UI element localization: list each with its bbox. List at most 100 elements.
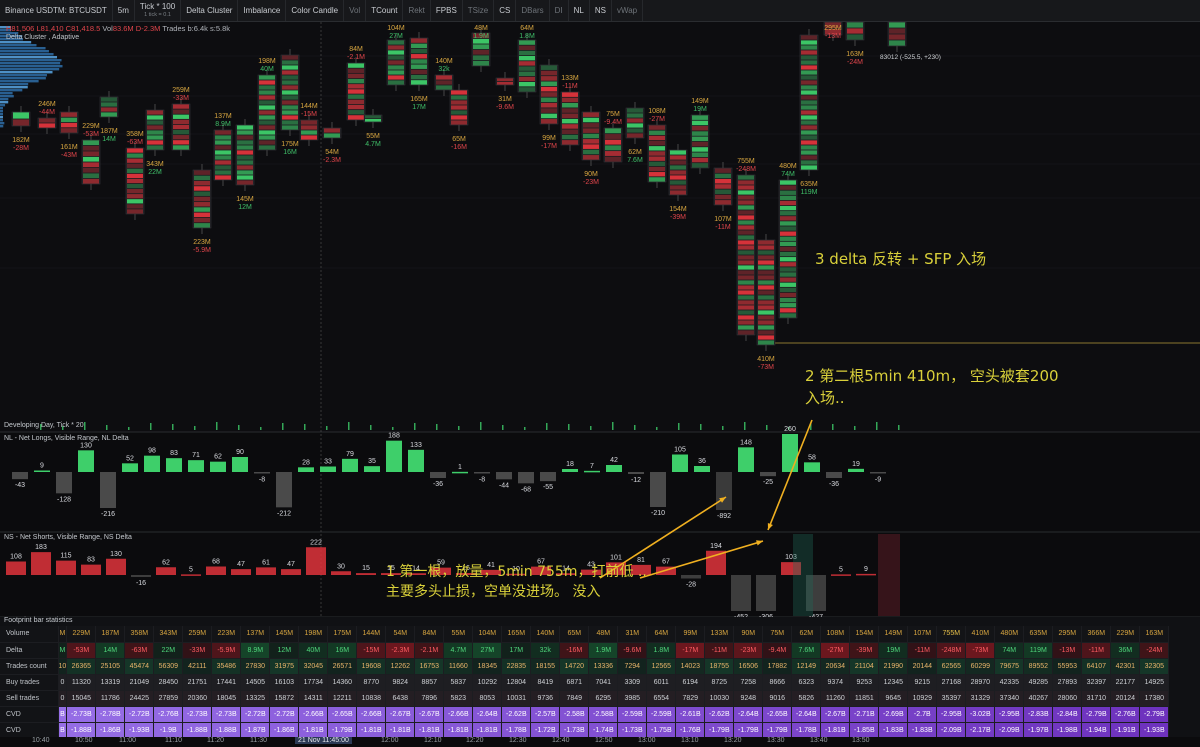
stats-cell: -1.81B [299, 722, 328, 738]
dev-day-tick [568, 424, 570, 430]
stats-cell: 229M [1111, 626, 1140, 642]
candle-delta-label: -9.4M [604, 119, 622, 126]
footprint-cell [215, 145, 231, 149]
annotation-3: 3 delta 反转 + SFP 入场 [815, 248, 986, 269]
ns-bar [231, 569, 251, 575]
ns-bar [206, 567, 226, 576]
time-tick-label: 11:00 [119, 737, 136, 744]
ns-bar [181, 574, 201, 576]
dev-day-tick [348, 422, 350, 430]
stats-row-cvd2: CVD B -1.88B -1.86B -1.93B -1.9B -1.88B -1.88B -… [0, 722, 1169, 738]
stats-cell: -2.73B [67, 706, 96, 722]
nl-value-label: 28 [302, 459, 310, 466]
footprint-cell [348, 115, 364, 119]
stats-cell: -2.66B [357, 706, 386, 722]
footprint-cell [738, 270, 754, 274]
nl-bar [254, 472, 270, 474]
nl-bar [364, 466, 380, 472]
stats-cell: 145M [270, 626, 299, 642]
volume-profile-bar [0, 125, 3, 127]
toggle-rekt[interactable]: Rekt [403, 0, 430, 22]
stats-cell: 27859 [154, 690, 183, 706]
mode-selector[interactable]: Imbalance [238, 0, 286, 22]
candle-volume-label: 84M [349, 46, 363, 53]
nl-bar [562, 469, 578, 472]
stats-cell: 133M [705, 626, 734, 642]
nl-value-label: 1 [458, 464, 462, 471]
toggle-fpbs[interactable]: FPBS [431, 0, 463, 22]
candle-selector[interactable]: Color Candle [286, 0, 344, 22]
toggle-cs[interactable]: CS [494, 0, 516, 22]
stats-cell: -33M [183, 642, 212, 658]
candle-volume-label: 259M [172, 87, 190, 94]
footprint-cell [780, 293, 796, 297]
toggle-tsize[interactable]: TSize [463, 0, 494, 22]
annotation-2: 2 第二根5min 410m， 空头被套200 入场.. [805, 365, 1059, 409]
footprint-cell [583, 134, 599, 139]
footprint-cell [259, 115, 275, 119]
stats-cell: -1.78B [502, 722, 531, 738]
tick-selector[interactable]: Tick * 100 1 tick = 0.1 [135, 0, 181, 22]
stats-cell: -1.81B [357, 722, 386, 738]
stats-cell: -2.62B [502, 706, 531, 722]
dev-day-tick [722, 426, 724, 430]
nl-bar [166, 458, 182, 472]
footprint-cell [388, 65, 404, 69]
nl-bar [386, 441, 402, 472]
footprint-cell [147, 140, 163, 144]
dev-day-tick [590, 426, 592, 430]
toggle-nl[interactable]: NL [569, 0, 590, 22]
study-selector[interactable]: Delta Cluster [181, 0, 238, 22]
stats-cell: 154M [850, 626, 879, 642]
ohlc-low: L81,410 [36, 24, 63, 33]
toggle-ns[interactable]: NS [590, 0, 612, 22]
stats-cell: 40M [299, 642, 328, 658]
stats-cell: 11851 [850, 690, 879, 706]
toggle-tcount[interactable]: TCount [366, 0, 403, 22]
stats-cell: 20144 [908, 658, 937, 674]
nl-value-label: 7 [590, 463, 594, 470]
footprint-cell [801, 85, 817, 89]
candle-volume-label: 410M [757, 356, 775, 363]
footprint-cell [649, 131, 665, 135]
ns-bar [356, 573, 376, 575]
ns-value-label: -16 [136, 580, 146, 587]
footprint-cell [758, 335, 774, 339]
footprint-cell [715, 168, 731, 172]
ohlc-readout: H81,506 L81,410 C81,418.5 Vol83.6M D-2.3… [6, 24, 230, 33]
price-chart-canvas[interactable]: 182M-28M 246M-44M 161M-43M 229M-53M 187M14M 3… [0, 0, 1200, 617]
footprint-cell [780, 180, 796, 184]
footprint-cell [282, 70, 298, 74]
interval-selector[interactable]: 5m [113, 0, 135, 22]
symbol-selector[interactable]: Binance USDTM: BTCUSDT [0, 0, 113, 22]
footprint-cell [215, 160, 231, 164]
toggle-vwap[interactable]: vWap [612, 0, 643, 22]
toggle-dbars[interactable]: DBars [516, 0, 549, 22]
footprint-cell [627, 123, 643, 127]
footprint-cell [147, 110, 163, 114]
footprint-cell [801, 105, 817, 109]
stats-cell: -2.69B [879, 706, 908, 722]
stats-cell: 18755 [705, 658, 734, 674]
stats-cell: 22M [154, 642, 183, 658]
footprint-cell [780, 252, 796, 256]
toggle-vol[interactable]: Vol [344, 0, 366, 22]
dev-day-tick [238, 425, 240, 430]
stats-cell: -2.79B [1082, 706, 1111, 722]
footprint-cell [780, 278, 796, 282]
nl-value-label: -892 [717, 513, 731, 520]
footprint-cell [758, 290, 774, 294]
candle-volume-label: 246M [38, 101, 56, 108]
stats-row-buy_trades: Buy trades 0 11320 13319 21049 28450 21751 1744… [0, 674, 1169, 690]
stats-cell: -2.66B [299, 706, 328, 722]
toggle-di[interactable]: DI [550, 0, 569, 22]
footprint-cell [215, 140, 231, 144]
dev-day-tick [876, 422, 878, 430]
candle-volume-label: 107M [714, 216, 732, 223]
footprint-cell [497, 82, 513, 85]
footprint-cell [127, 179, 143, 183]
stats-cell: -2.17B [966, 722, 995, 738]
dev-day-tick [546, 423, 548, 430]
candle-label: Color Candle [291, 6, 338, 15]
stats-cell: 18155 [531, 658, 560, 674]
